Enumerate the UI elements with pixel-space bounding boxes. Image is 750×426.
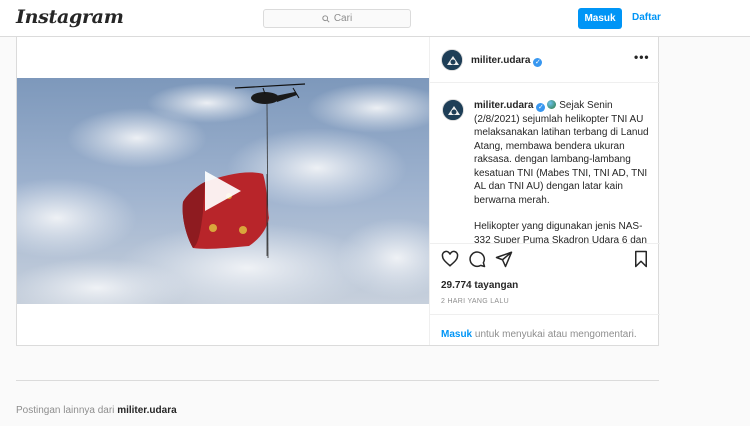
signup-link[interactable]: Daftar — [632, 12, 661, 23]
avatar[interactable] — [441, 49, 463, 71]
instagram-logo[interactable]: Instagram — [16, 6, 124, 28]
share-icon[interactable] — [495, 250, 513, 268]
comment-icon[interactable] — [468, 250, 486, 268]
globe-icon — [547, 100, 557, 109]
login-button[interactable]: Masuk — [578, 8, 622, 29]
comment-login-link[interactable]: Masuk — [441, 329, 472, 340]
top-navigation-bar: Instagram Cari Masuk Daftar — [0, 0, 750, 37]
caption-text-continued: Helikopter yang digunakan jenis NAS-332 … — [474, 221, 647, 243]
post-author: militer.udara ✓ — [471, 55, 543, 67]
verified-icon: ✓ — [533, 58, 543, 67]
post-actions: 29.774 tayangan 2 HARI YANG LALU Masuk u… — [430, 243, 660, 345]
search-input[interactable]: Cari — [263, 9, 411, 28]
post-header: militer.udara ✓ ••• — [430, 37, 660, 83]
caption-text: Sejak Senin (2/8/2021) sejumlah helikopt… — [474, 100, 649, 206]
video-player[interactable] — [17, 78, 429, 304]
verified-icon: ✓ — [536, 103, 546, 112]
search-icon — [322, 14, 330, 23]
more-posts-user-link[interactable]: militer.udara — [117, 405, 176, 416]
caption-avatar[interactable] — [442, 99, 464, 121]
caption: militer.udara ✓ Sejak Senin (2/8/2021) se… — [442, 99, 650, 243]
play-icon[interactable] — [201, 168, 245, 214]
heart-icon[interactable] — [441, 250, 459, 268]
post-media — [17, 37, 429, 345]
comment-prompt: Masuk untuk menyukai atau mengomentari. — [430, 314, 660, 346]
more-posts-prefix: Postingan lainnya dari — [16, 405, 115, 416]
bookmark-icon[interactable] — [632, 250, 650, 268]
post-card: militer.udara ✓ ••• militer.udara ✓ Sejak … — [16, 37, 660, 346]
section-divider — [16, 380, 659, 381]
post-timestamp[interactable]: 2 HARI YANG LALU — [441, 298, 509, 305]
caption-username[interactable]: militer.udara — [474, 100, 533, 111]
more-posts-heading: Postingan lainnya dari militer.udara — [16, 405, 177, 416]
view-count[interactable]: 29.774 tayangan — [441, 280, 518, 291]
caption-area: militer.udara ✓ Sejak Senin (2/8/2021) se… — [430, 83, 660, 243]
comment-prompt-text: untuk menyukai atau mengomentari. — [474, 329, 637, 340]
username-link[interactable]: militer.udara — [471, 55, 530, 66]
post-sidebar: militer.udara ✓ ••• militer.udara ✓ Sejak … — [429, 37, 660, 345]
search-placeholder: Cari — [333, 13, 353, 24]
more-icon[interactable]: ••• — [634, 50, 650, 64]
